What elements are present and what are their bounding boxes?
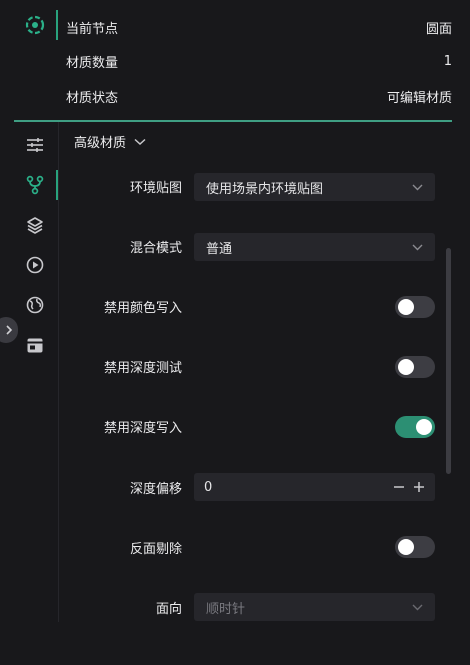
chevron-down-icon bbox=[412, 184, 423, 191]
depth-offset-stepper bbox=[393, 481, 425, 493]
minus-icon[interactable] bbox=[393, 481, 405, 493]
chevron-down-icon bbox=[412, 244, 423, 251]
info-row-material-count: 材质数量 1 bbox=[66, 49, 452, 73]
depth-offset-input[interactable]: 0 bbox=[194, 473, 435, 501]
disable-depth-write-label: 禁用深度写入 bbox=[103, 421, 182, 436]
branch-icon[interactable] bbox=[22, 172, 48, 198]
info-value: 可编辑材质 bbox=[386, 90, 452, 106]
info-row-current-node: 当前节点 圆面 bbox=[66, 15, 452, 39]
info-label: 材质状态 bbox=[66, 90, 119, 106]
info-value: 圆面 bbox=[425, 21, 452, 37]
expand-panel-button[interactable] bbox=[0, 317, 18, 343]
disable-depth-write-toggle[interactable] bbox=[395, 416, 435, 438]
calendar-icon[interactable] bbox=[22, 332, 48, 358]
settings-sliders-icon[interactable] bbox=[22, 132, 48, 158]
toggle-knob bbox=[398, 359, 414, 375]
env-map-value: 使用场景内环境贴图 bbox=[206, 181, 324, 197]
blend-mode-select[interactable]: 普通 bbox=[194, 233, 435, 261]
plus-icon[interactable] bbox=[413, 481, 425, 493]
info-label: 当前节点 bbox=[66, 21, 119, 37]
info-row-material-status: 材质状态 可编辑材质 bbox=[66, 84, 452, 108]
face-direction-value: 顺时针 bbox=[206, 601, 246, 617]
advanced-material-header[interactable]: 高级材质 bbox=[74, 132, 146, 151]
env-map-select[interactable]: 使用场景内环境贴图 bbox=[194, 173, 435, 201]
face-direction-select[interactable]: 顺时针 bbox=[194, 593, 435, 621]
material-node-icon[interactable] bbox=[22, 12, 48, 38]
blend-mode-label: 混合模式 bbox=[129, 241, 182, 256]
disable-depth-test-label: 禁用深度测试 bbox=[103, 361, 182, 376]
disable-color-write-label: 禁用颜色写入 bbox=[103, 301, 182, 316]
depth-offset-value: 0 bbox=[204, 479, 213, 495]
layers-icon[interactable] bbox=[22, 212, 48, 238]
blend-mode-value: 普通 bbox=[206, 241, 233, 257]
info-value: 1 bbox=[443, 53, 452, 69]
toggle-knob bbox=[398, 539, 414, 555]
chevron-down-icon bbox=[134, 138, 146, 146]
rail-separator bbox=[58, 122, 59, 622]
section-divider bbox=[14, 120, 452, 122]
play-circle-icon[interactable] bbox=[22, 252, 48, 278]
scrollbar[interactable] bbox=[446, 248, 451, 474]
depth-offset-label: 深度偏移 bbox=[129, 482, 182, 497]
info-label: 材质数量 bbox=[66, 55, 119, 71]
globe-icon[interactable] bbox=[22, 292, 48, 318]
backface-cull-label: 反面剔除 bbox=[129, 542, 182, 557]
env-map-label: 环境贴图 bbox=[129, 181, 182, 196]
section-title: 高级材质 bbox=[74, 136, 127, 151]
disable-depth-test-toggle[interactable] bbox=[395, 356, 435, 378]
face-direction-label: 面向 bbox=[155, 602, 182, 617]
disable-color-write-toggle[interactable] bbox=[395, 296, 435, 318]
backface-cull-toggle[interactable] bbox=[395, 536, 435, 558]
top-active-indicator bbox=[56, 10, 58, 40]
toggle-knob bbox=[398, 299, 414, 315]
rail-active-indicator bbox=[56, 170, 58, 200]
chevron-down-icon bbox=[412, 604, 423, 611]
toggle-knob bbox=[416, 419, 432, 435]
